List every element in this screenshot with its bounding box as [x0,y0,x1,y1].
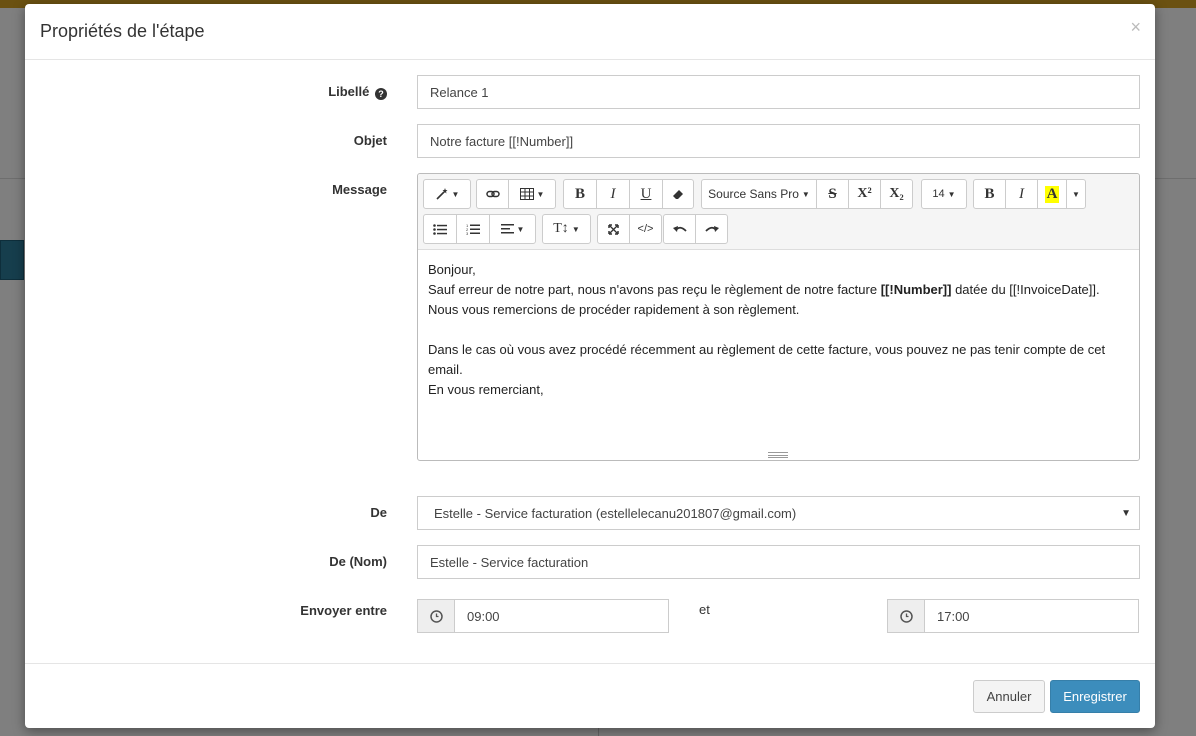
message-content[interactable]: Bonjour, Sauf erreur de notre part, nous… [428,260,1128,400]
clock-icon [429,609,443,623]
font-family-select[interactable]: Source Sans Pro ▼ [701,179,817,209]
step-properties-modal: Propriétés de l'étape × Libellé ? Relanc… [25,4,1155,728]
strikethrough-button[interactable]: S [816,179,849,209]
history-group [663,214,728,244]
message-blank-line [428,320,1128,340]
modal-footer: Annuler Enregistrer [25,663,1155,728]
save-button[interactable]: Enregistrer [1050,680,1140,713]
and-text: et [699,602,710,617]
redo-button[interactable] [695,214,728,244]
unordered-list-icon [433,223,447,235]
subscript-button[interactable]: X₂ [880,179,913,209]
italic-alt-button[interactable]: I [1005,179,1038,209]
style-group: ▼ [423,179,471,209]
list-group: 123 ▼ [423,214,536,244]
code-view-button[interactable]: </> [629,214,662,244]
objet-label: Objet [353,133,387,148]
color-dropdown-button[interactable]: ▼ [1066,179,1086,209]
eraser-button[interactable] [662,179,694,209]
eraser-icon [673,189,683,199]
table-icon [519,188,534,200]
ordered-list-button[interactable]: 123 [456,214,490,244]
highlight-color-button[interactable]: A [1037,179,1067,209]
fullscreen-button[interactable] [597,214,630,244]
magic-wand-icon [435,188,448,200]
message-line: Bonjour, [428,262,476,277]
objet-input[interactable]: Notre facture [[!Number]] [417,124,1140,158]
start-time-addon [417,599,455,633]
fullscreen-icon [608,223,619,235]
view-group: </> [597,214,662,244]
from-email-select[interactable]: Estelle - Service facturation (estellele… [417,496,1140,530]
color-group: B I A ▼ [973,179,1086,209]
text-height-icon: T↕ [553,221,569,236]
cancel-button[interactable]: Annuler [973,680,1045,713]
italic-button[interactable]: I [596,179,630,209]
superscript-button[interactable]: X² [848,179,881,209]
table-button[interactable]: ▼ [508,179,556,209]
text-color-icon: A [1044,185,1060,203]
editor-toolbar: ▼ ▼ B I U Source Sans Pro ▼ S X² X₂ 14 ▼… [418,174,1139,250]
end-time-input[interactable]: 17:00 [924,599,1139,633]
font-style-group: B I U [563,179,694,209]
undo-icon [672,225,687,232]
bold-button[interactable]: B [563,179,597,209]
end-time-addon [887,599,925,633]
font-size-group: 14 ▼ [921,179,967,209]
align-left-icon [500,224,514,234]
line-height-group: T↕ ▼ [542,214,591,244]
underline-button[interactable]: U [629,179,663,209]
send-between-label: Envoyer entre [300,603,387,618]
link-icon [485,190,500,198]
link-button[interactable] [476,179,509,209]
message-label: Message [332,182,387,197]
magic-style-button[interactable]: ▼ [423,179,471,209]
start-time-input[interactable]: 09:00 [454,599,669,633]
message-line: Nous vous remercions de procéder rapidem… [428,302,800,317]
ordered-list-icon: 123 [466,223,480,235]
paragraph-align-button[interactable]: ▼ [489,214,536,244]
insert-group: ▼ [476,179,556,209]
from-name-input[interactable]: Estelle - Service facturation [417,545,1140,579]
message-editor: ▼ ▼ B I U Source Sans Pro ▼ S X² X₂ 14 ▼… [417,173,1140,461]
clock-icon [899,609,913,623]
editor-resize-handle[interactable] [768,452,788,458]
chevron-down-icon: ▼ [1121,507,1131,519]
modal-title: Propriétés de l'étape [40,21,205,41]
close-button[interactable]: × [1130,18,1141,36]
de-label: De [370,505,387,520]
help-icon[interactable]: ? [375,88,387,100]
bold-alt-button[interactable]: B [973,179,1006,209]
message-line: Dans le cas où vous avez procédé récemme… [428,342,1106,377]
message-line: En vous remerciant, [428,382,544,397]
svg-text:3: 3 [466,231,469,235]
undo-button[interactable] [663,214,696,244]
libelle-label: Libellé ? [328,84,387,100]
font-group: Source Sans Pro ▼ S X² X₂ [701,179,913,209]
modal-header: Propriétés de l'étape × [25,4,1155,60]
de-nom-label: De (Nom) [329,554,387,569]
message-line: Sauf erreur de notre part, nous n'avons … [428,282,1100,297]
redo-icon [704,225,719,232]
line-height-button[interactable]: T↕ ▼ [542,214,591,244]
bullet-list-button[interactable] [423,214,457,244]
libelle-input[interactable]: Relance 1 [417,75,1140,109]
font-size-select[interactable]: 14 ▼ [921,179,967,209]
